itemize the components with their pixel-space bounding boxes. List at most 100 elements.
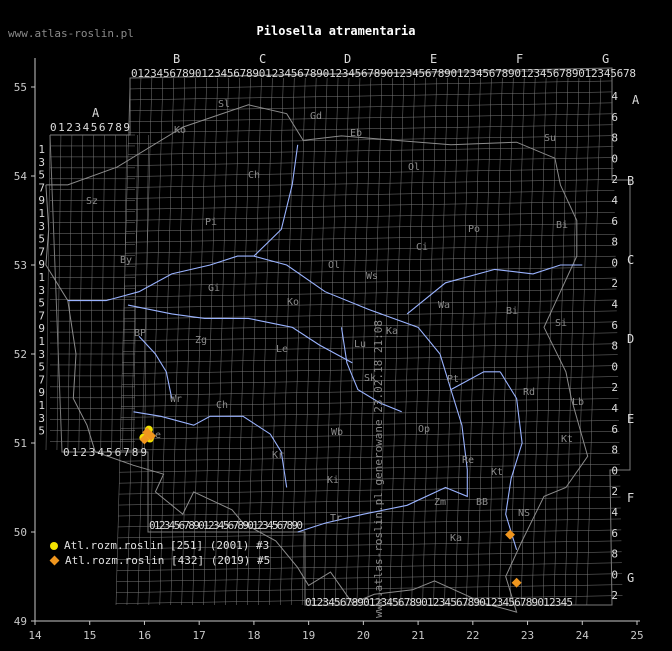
left-grid-digit: 7 — [38, 245, 45, 258]
legend-label: Atl.rozm.roslin [432] (2019) #5 — [65, 554, 271, 567]
grid-line — [553, 77, 569, 606]
region-label: Lb — [572, 397, 584, 408]
grid-line — [127, 168, 614, 177]
left-grid-digit: 3 — [38, 348, 45, 361]
grid-line — [126, 201, 615, 210]
grid-line — [118, 485, 621, 495]
grid-a-digits: 0123456789 — [50, 121, 130, 134]
region-label: Op — [418, 424, 430, 435]
right-grid-digit: 6 — [611, 111, 618, 124]
grid-line — [89, 134, 95, 451]
region-label: By — [120, 255, 132, 266]
region-label: Ol — [408, 162, 420, 173]
left-grid-digit: 3 — [38, 412, 45, 425]
region-label: Le — [276, 344, 288, 355]
grid-line — [127, 179, 615, 188]
x-tick-label: 20 — [357, 629, 370, 642]
grid-line — [586, 77, 602, 606]
grid-line — [128, 124, 614, 133]
right-grid-digit: 4 — [611, 90, 618, 103]
region-label: Ol — [328, 260, 340, 271]
grid-line — [575, 77, 591, 606]
left-grid-digit: 1 — [38, 207, 45, 220]
region-label: Eb — [350, 128, 362, 139]
right-grid-digit: 4 — [611, 298, 618, 311]
region-label: Zg — [195, 335, 207, 346]
grid-line — [334, 77, 350, 606]
right-grid-digit: 8 — [611, 548, 618, 561]
river-line — [406, 264, 583, 315]
region-label: Kt — [561, 434, 573, 445]
grid-line — [400, 77, 415, 606]
left-grid-digit: 3 — [38, 156, 45, 169]
right-grid-digit: 6 — [611, 319, 618, 332]
right-grid-digit: 4 — [611, 506, 618, 519]
left-grid-digit: 5 — [38, 169, 45, 182]
region-label: Po — [468, 224, 480, 235]
grid-line — [127, 157, 614, 166]
grid-line — [119, 442, 620, 451]
region-label: Rd — [523, 387, 535, 398]
grid-line — [121, 398, 619, 407]
grid-letter-top: E — [430, 52, 437, 66]
left-grid-digit: 5 — [38, 297, 45, 310]
region-label: Kt — [491, 467, 503, 478]
grid-line — [466, 77, 481, 606]
grid-line — [542, 77, 558, 606]
grid-line — [116, 584, 623, 593]
region-label: Ch — [248, 170, 260, 181]
generated-label: www.atlas-roslin.pl generowane 23.02.18 … — [371, 319, 385, 618]
grid-letter-right: B — [627, 174, 634, 188]
x-tick-label: 24 — [576, 629, 590, 642]
grid-line — [119, 453, 620, 462]
right-grid-digit: 2 — [611, 173, 618, 186]
region-label: Ko — [174, 125, 186, 136]
region-label: Ka — [386, 326, 398, 337]
grid-line — [499, 77, 514, 606]
bottom-left-grid-digits: 0123456789012345678901234567890 — [149, 519, 303, 532]
region-label: Kr — [272, 450, 284, 461]
region-label: Su — [544, 133, 556, 144]
grid-line — [124, 255, 616, 265]
grid-line — [67, 134, 73, 451]
grid-letter-right: F — [627, 491, 634, 505]
left-grid-digit: 1 — [38, 399, 45, 412]
map-title: Pilosella atramentaria — [256, 24, 416, 38]
grid-letter-top: C — [259, 52, 266, 66]
region-label: Re — [462, 455, 474, 466]
grid-line — [122, 134, 127, 451]
y-tick-label: 52 — [14, 348, 27, 361]
grid-line — [129, 102, 613, 112]
x-tick-label: 21 — [411, 629, 424, 642]
region-label: Pt — [447, 374, 459, 385]
grid-letter-right: E — [627, 412, 634, 426]
region-label: Sz — [86, 196, 98, 207]
right-grid-digit: 2 — [611, 589, 618, 602]
x-tick-label: 25 — [630, 629, 643, 642]
right-grid-digit: 0 — [611, 152, 618, 165]
legend-marker-circle — [50, 541, 58, 550]
y-tick-label: 51 — [14, 437, 27, 450]
grid-line — [118, 496, 621, 506]
region-label: Bi — [506, 306, 518, 317]
grid-line — [127, 146, 614, 155]
region-label: Tr — [330, 513, 342, 524]
left-grid-digit: 3 — [38, 220, 45, 233]
region-label: Lu — [354, 339, 366, 350]
grid-letter-right: C — [627, 253, 634, 267]
grid-line — [122, 354, 618, 363]
grid-line — [125, 244, 616, 254]
right-grid-digit: 2 — [611, 277, 618, 290]
left-grid-digit: 7 — [38, 309, 45, 322]
left-grid-digit: 7 — [38, 373, 45, 386]
x-tick-label: 15 — [83, 629, 96, 642]
y-tick-label: 49 — [14, 615, 27, 628]
right-grid-digit: 4 — [611, 194, 618, 207]
left-grid-digit: 3 — [38, 284, 45, 297]
grid-line — [125, 223, 616, 232]
x-tick-label: 18 — [247, 629, 260, 642]
x-tick-label: 19 — [302, 629, 315, 642]
top-grid-digits: 0123456789012345678901234567890123456789… — [131, 67, 636, 80]
left-grid-digit: 5 — [38, 361, 45, 374]
grid-line — [119, 463, 620, 473]
